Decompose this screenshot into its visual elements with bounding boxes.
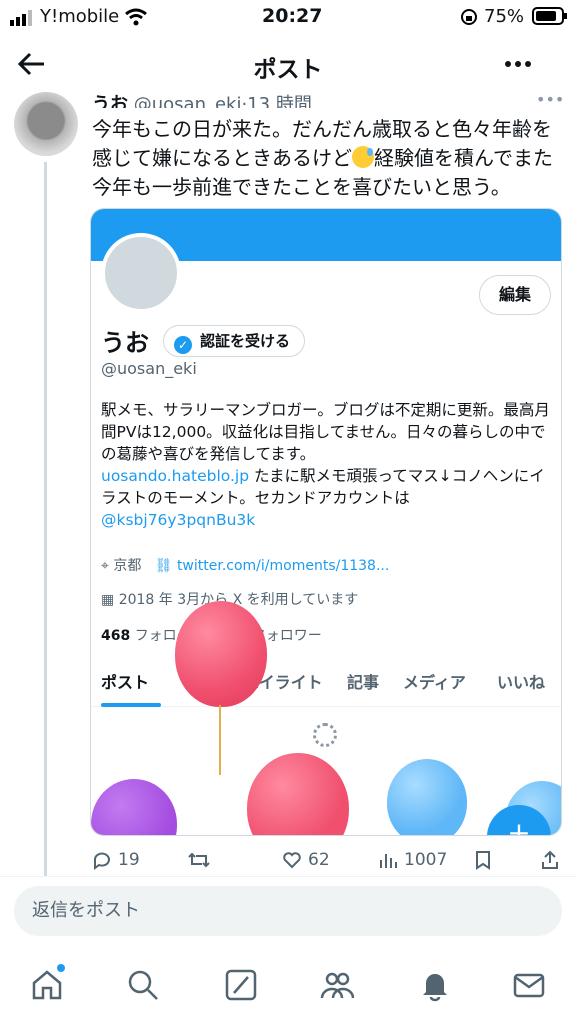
bookmark-icon bbox=[476, 851, 490, 870]
bottom-nav bbox=[0, 950, 576, 1024]
link-icon: ⛓ bbox=[154, 558, 173, 574]
tweet-actions: 19 62 1007 bbox=[92, 850, 562, 876]
profile-url: twitter.com/i/moments/1138... bbox=[176, 558, 390, 574]
top-header: ポスト bbox=[0, 36, 576, 92]
profile-meta-location: ⌖ 京都 ⛓ twitter.com/i/moments/1138... bbox=[101, 558, 390, 574]
search-icon[interactable] bbox=[126, 968, 160, 1002]
battery-icon bbox=[532, 7, 567, 25]
bio-mention: @ksbj76y3pqnBu3k bbox=[101, 511, 256, 529]
notifications-icon[interactable] bbox=[418, 968, 452, 1002]
home-icon[interactable] bbox=[30, 968, 64, 1002]
bio-link: uosando.hateblo.jp bbox=[101, 467, 250, 485]
tweet-image[interactable]: 編集 うお ✓ 認証を受ける @uosan_eki 駅メモ、サラリーマンブロガー。… bbox=[90, 208, 562, 836]
reply-input[interactable]: 返信をポスト bbox=[14, 886, 562, 936]
balloon-red bbox=[247, 753, 349, 835]
carrier-label: Y!mobile bbox=[40, 6, 120, 27]
loading-spinner-icon bbox=[313, 723, 337, 747]
balloon-blue bbox=[387, 759, 467, 835]
profile-tab-articles: 記事 bbox=[347, 673, 380, 692]
author-avatar[interactable] bbox=[14, 92, 78, 156]
sweat-smile-emoji-icon bbox=[352, 146, 374, 168]
reply-icon bbox=[94, 852, 110, 870]
profile-avatar bbox=[101, 233, 181, 313]
tweet-text: 今年もこの日が来た。だんだん歳取ると色々年齢を感じて嫌になるときあるけど 経験値を… bbox=[92, 117, 553, 199]
location-icon: ⌖ bbox=[101, 558, 109, 574]
profile-tab-media: メディア bbox=[403, 673, 466, 692]
profile-tabs: ポスト 返信 ハイライト 記事 メディア いいね bbox=[91, 663, 561, 707]
tweet-author-line: うお @uosan_eki·13 時間 bbox=[92, 90, 312, 108]
profile-bio: 駅メモ、サラリーマンブロガー。ブログは不定期に更新。最高月間PVは12,000。… bbox=[101, 401, 550, 529]
thread-line bbox=[44, 162, 47, 876]
status-bar: Y!mobile 20:27 75% bbox=[0, 0, 576, 34]
balloon-purple bbox=[91, 779, 177, 835]
reply-button[interactable]: 19 bbox=[92, 850, 140, 870]
more-options-icon[interactable] bbox=[500, 48, 536, 80]
author-handle: @uosan_eki bbox=[133, 94, 242, 108]
wifi-icon bbox=[125, 8, 147, 26]
tweet-more-icon[interactable]: ••• bbox=[536, 90, 564, 106]
repost-icon bbox=[188, 852, 210, 868]
share-icon bbox=[542, 850, 558, 869]
heart-icon bbox=[283, 852, 301, 869]
communities-icon[interactable] bbox=[320, 968, 354, 1002]
profile-tab-indicator bbox=[101, 703, 161, 707]
signal-icon bbox=[10, 10, 32, 26]
profile-handle: @uosan_eki bbox=[101, 359, 197, 378]
new-posts-dot bbox=[57, 964, 65, 972]
battery-percent: 75% bbox=[484, 6, 525, 27]
profile-tab-posts: ポスト bbox=[101, 673, 150, 692]
balloon-red-large bbox=[175, 601, 267, 707]
verified-check-icon: ✓ bbox=[174, 336, 192, 354]
calendar-icon: ▦ bbox=[101, 592, 115, 608]
get-verified-badge: ✓ 認証を受ける bbox=[163, 325, 306, 357]
share-button[interactable] bbox=[540, 850, 560, 870]
author-name[interactable]: うお bbox=[92, 94, 128, 108]
views-button[interactable]: 1007 bbox=[378, 850, 447, 870]
grok-icon[interactable] bbox=[224, 968, 258, 1002]
edit-profile-button: 編集 bbox=[479, 275, 551, 315]
rotation-lock-icon bbox=[461, 9, 477, 25]
like-button[interactable]: 62 bbox=[282, 850, 330, 870]
tweet-time: 13 時間 bbox=[247, 94, 312, 108]
messages-icon[interactable] bbox=[512, 968, 546, 1002]
bookmark-button[interactable] bbox=[474, 850, 492, 870]
balloon-string bbox=[219, 705, 221, 775]
views-icon bbox=[380, 854, 397, 868]
profile-name: うお bbox=[101, 329, 149, 357]
profile-tab-likes: いいね bbox=[497, 673, 546, 692]
page-title: ポスト bbox=[253, 57, 323, 83]
clock: 20:27 bbox=[262, 5, 323, 27]
repost-button[interactable] bbox=[188, 850, 210, 870]
